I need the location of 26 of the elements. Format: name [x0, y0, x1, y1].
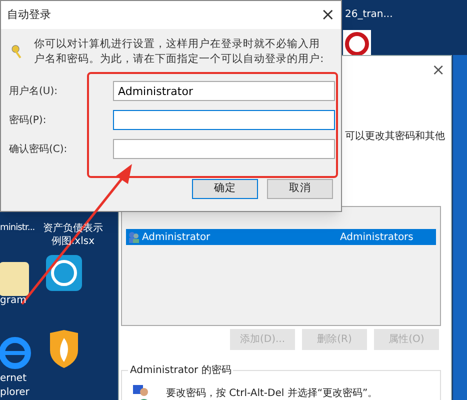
dialog-button[interactable]: 取消	[267, 179, 333, 199]
field-label: 密码(P):	[9, 114, 48, 128]
field-label: 确认密码(C):	[9, 142, 68, 156]
user-name: Administrator	[142, 230, 212, 244]
desktop-icon-label[interactable]: ernet	[0, 372, 26, 385]
input-field[interactable]	[113, 139, 335, 159]
seal-icon[interactable]	[343, 30, 371, 55]
shield-icon[interactable]	[48, 330, 80, 368]
dialog-button[interactable]: 确定	[192, 179, 258, 199]
desktop-icon-label[interactable]: 26_tran...	[345, 8, 393, 21]
user-row[interactable]: Administrator Administrators	[126, 229, 436, 245]
desktop-icon-label[interactable]: plorer	[0, 386, 30, 399]
window-title: 自动登录	[7, 6, 51, 23]
field-label: 用户名(U):	[9, 84, 58, 98]
desktop-icon-label[interactable]: ministr...	[0, 222, 36, 235]
input-field[interactable]	[113, 110, 335, 130]
password-hint-text: 要改密码，按 Ctrl-Alt-Del 并选择“更改密码”。	[166, 386, 378, 400]
close-button[interactable]: ×	[432, 62, 445, 78]
app-icon[interactable]	[46, 255, 82, 291]
browser-icon[interactable]	[0, 336, 32, 370]
input-field[interactable]: Administrator	[113, 81, 335, 101]
description-text: 可以更改其密码和其他	[345, 131, 445, 142]
users-icon	[128, 231, 140, 243]
dialog-description: 你可以对计算机进行设置，这样用户在登录时就不必输入用户名和密码。为此，请在下面指定一个可以自动登录的用户:	[34, 37, 325, 67]
user-group: Administrators	[340, 230, 414, 244]
close-button[interactable]: ×	[320, 6, 335, 24]
